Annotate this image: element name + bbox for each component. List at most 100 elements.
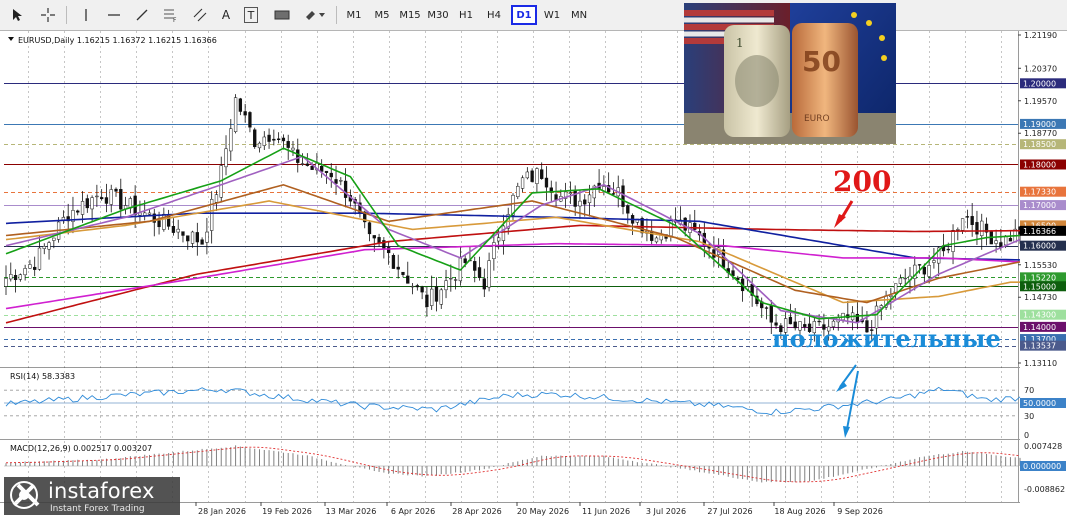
candle-body [817, 320, 821, 323]
cursor-icon[interactable] [7, 5, 27, 25]
candle-body [80, 201, 85, 215]
candle-body [898, 277, 903, 284]
candle-body [487, 260, 491, 288]
candle-body [453, 279, 458, 281]
candle-body [367, 222, 372, 235]
svg-text:EURO: EURO [804, 114, 830, 124]
shapes-dropdown-icon[interactable] [303, 5, 327, 25]
timeframe-d1[interactable]: D1 [511, 5, 537, 25]
candle-body [788, 316, 793, 325]
price-tick-label: 1.13110 [1024, 359, 1057, 368]
price-level-label: 1.18000 [1023, 160, 1056, 169]
candle-body [300, 163, 305, 165]
candle-body [47, 242, 51, 250]
candle-body [965, 216, 970, 218]
candle-body [190, 231, 195, 244]
candle-body [171, 225, 176, 233]
price-level-label: 1.19000 [1023, 120, 1056, 129]
candle-body [410, 285, 415, 288]
timeframe-mn[interactable]: MN [566, 5, 592, 25]
channel-icon[interactable] [190, 5, 210, 25]
candle-body [927, 265, 931, 277]
crosshair-icon[interactable] [38, 5, 58, 25]
candle-body [769, 305, 773, 323]
candle-body [473, 261, 477, 271]
timeframe-m30[interactable]: M30 [425, 5, 451, 25]
candle-body [434, 286, 439, 302]
candle-body [530, 170, 534, 182]
candle-body [396, 266, 400, 270]
candle-body [439, 289, 443, 305]
timeframe-m5[interactable]: M5 [369, 5, 395, 25]
timeframe-h4[interactable]: H4 [481, 5, 507, 25]
candle-body [449, 277, 453, 280]
timeframe-h1[interactable]: H1 [453, 5, 479, 25]
time-tick-label: 20 May 2026 [517, 507, 569, 516]
candle-body [372, 235, 376, 239]
timeframe-m15[interactable]: M15 [397, 5, 423, 25]
candle-body [248, 112, 252, 128]
candle-body [147, 212, 152, 215]
svg-text:1: 1 [736, 36, 744, 50]
candle-body [626, 205, 630, 214]
candle-body [463, 258, 467, 263]
timeframe-m1[interactable]: M1 [341, 5, 367, 25]
annotation-positive: положительные [772, 324, 1001, 353]
candle-body [501, 225, 506, 241]
price-level-label: 1.13537 [1023, 342, 1056, 351]
timeframe-w1[interactable]: W1 [539, 5, 565, 25]
price-tick-label: 1.19570 [1024, 97, 1057, 106]
candle-body [186, 235, 190, 242]
macd-label: MACD(12,26,9) 0.002517 0.003207 [10, 444, 152, 453]
candle-body [37, 247, 42, 270]
macd-tick-label: -0.008862 [1024, 485, 1065, 494]
candle-body [980, 220, 984, 237]
candle-body [320, 166, 324, 172]
candle-body [497, 237, 501, 242]
candle-body [9, 274, 13, 280]
candle-body [109, 189, 113, 205]
candle-body [544, 177, 549, 188]
candle-body [18, 274, 22, 280]
candle-body [238, 98, 243, 112]
candle-body [291, 147, 295, 151]
time-tick-label: 28 Apr 2026 [452, 507, 501, 516]
price-level-label: 1.14000 [1023, 323, 1056, 332]
candle-body [946, 248, 950, 251]
rsi-tick-label: 70 [1024, 386, 1034, 395]
rsi-badge-label: 50.0000 [1023, 399, 1056, 408]
trendline-icon[interactable] [132, 5, 152, 25]
chart-title: EURUSD,Daily 1.16215 1.16372 1.16215 1.1… [18, 36, 217, 45]
candle-body [200, 239, 204, 245]
candle-body [764, 307, 769, 309]
candle-body [1008, 237, 1013, 242]
candle-body [272, 138, 276, 141]
candle-body [4, 278, 8, 287]
candle-body [932, 260, 936, 263]
text-tool-icon[interactable]: A [216, 5, 236, 25]
candle-body [143, 212, 147, 216]
candle-body [33, 266, 37, 270]
candle-body [587, 194, 592, 204]
text-label-icon[interactable]: T [244, 7, 258, 23]
candle-body [310, 165, 314, 170]
price-tick-label: 1.20370 [1024, 64, 1057, 73]
candle-body [444, 280, 448, 291]
candle-body [276, 138, 281, 140]
candle-body [90, 197, 94, 210]
vertical-line-icon[interactable] [76, 5, 96, 25]
chart-canvas[interactable]: EURUSD,Daily 1.16215 1.16372 1.16215 1.1… [0, 31, 1067, 519]
price-level-label: 1.14300 [1023, 311, 1056, 320]
price-tick-label: 1.15530 [1024, 261, 1057, 270]
annotation-200: 200 [833, 165, 891, 198]
candle-body [157, 220, 161, 228]
candle-body [578, 200, 582, 207]
rectangle-icon[interactable] [272, 5, 292, 25]
candle-body [13, 275, 18, 281]
candle-body [76, 210, 80, 213]
fibonacci-icon[interactable]: F [160, 5, 180, 25]
candle-body [540, 169, 544, 179]
watermark-tagline: Instant Forex Trading [50, 504, 145, 514]
candle-body [893, 283, 898, 293]
horizontal-line-icon[interactable] [104, 5, 124, 25]
